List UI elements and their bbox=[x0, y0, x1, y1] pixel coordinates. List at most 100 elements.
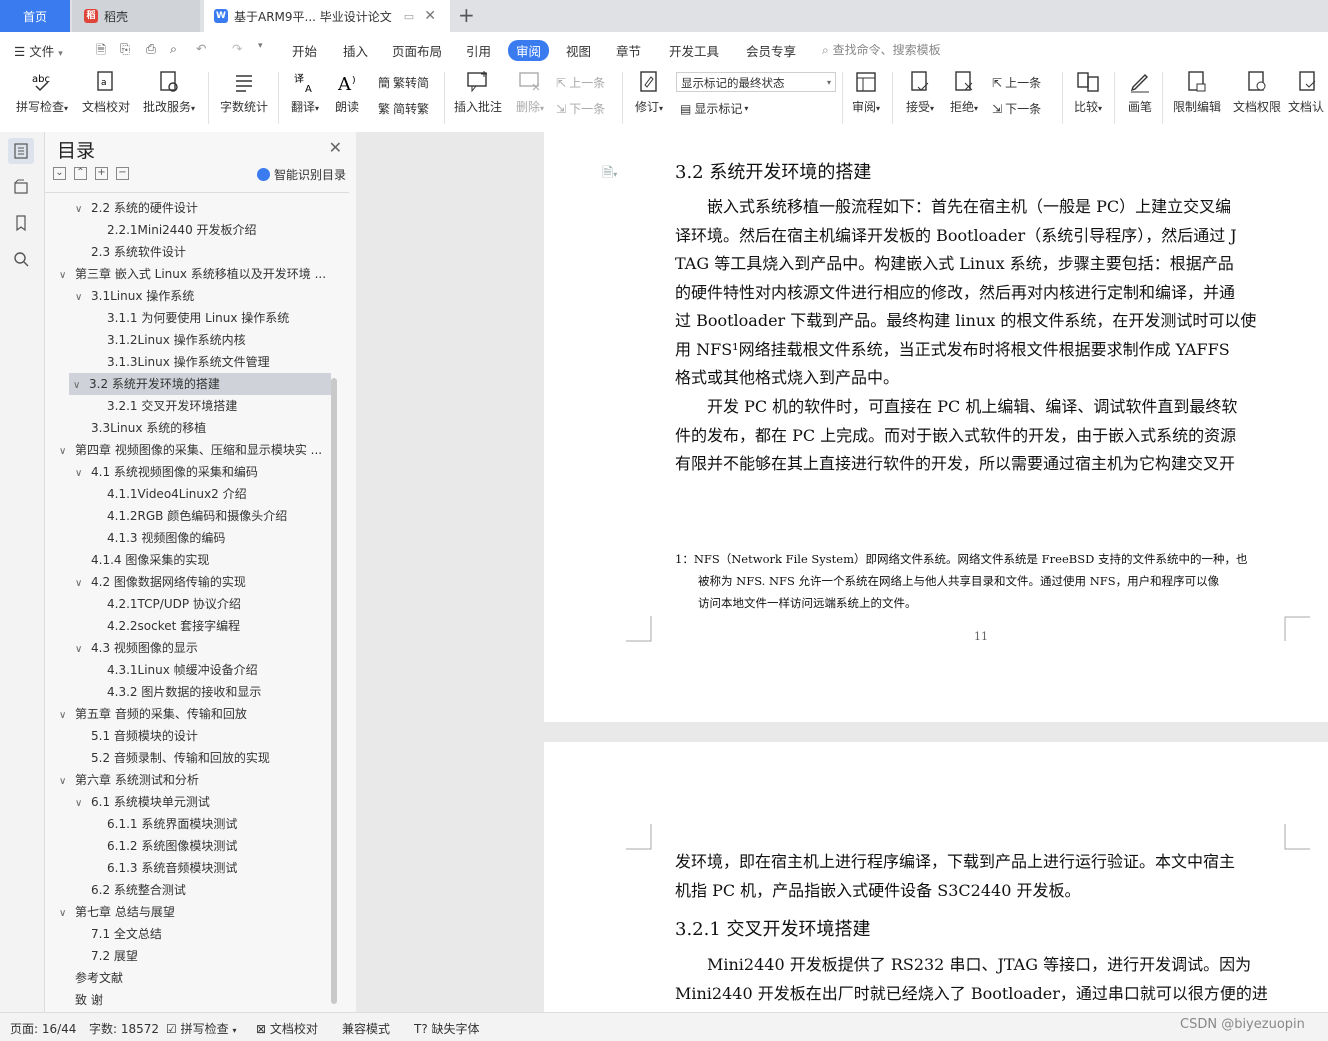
chevron-down-icon[interactable]: ∨ bbox=[75, 463, 87, 483]
menu-dev-tools[interactable]: 开发工具 bbox=[669, 41, 719, 60]
delete-comment-button[interactable]: 删除▾ bbox=[510, 70, 550, 115]
show-markup-button[interactable]: ▤ 显示标记 ▾ bbox=[680, 100, 748, 117]
menu-review[interactable]: 审阅 bbox=[508, 40, 550, 61]
chevron-down-icon[interactable]: ∨ bbox=[75, 199, 87, 219]
chevron-down-icon[interactable]: ∨ bbox=[59, 441, 71, 461]
toc-item[interactable]: 5.2 音频录制、传输和回放的实现 bbox=[45, 747, 331, 769]
next-change-button[interactable]: ⇲ 下一条 bbox=[992, 100, 1041, 117]
tab-pin-icon[interactable]: ▭ bbox=[404, 10, 414, 23]
compare-button[interactable]: 比较▾ bbox=[1070, 70, 1106, 115]
redo-icon[interactable]: ↷ bbox=[232, 41, 242, 56]
undo-icon[interactable]: ↶ bbox=[196, 41, 206, 56]
toc-item[interactable]: ∨ 4.3 视频图像的显示 bbox=[45, 637, 331, 659]
toc-item[interactable]: 参考文献 bbox=[45, 967, 331, 989]
next-comment-button[interactable]: ⇲ 下一条 bbox=[556, 100, 605, 117]
annotate-service-button[interactable]: 批改服务▾ bbox=[140, 70, 198, 115]
chevron-down-icon[interactable]: ∨ bbox=[59, 265, 71, 285]
file-menu[interactable]: ☰ 文件 ▾ bbox=[14, 41, 63, 60]
menu-chapter[interactable]: 章节 bbox=[616, 41, 641, 60]
doc-proof-button[interactable]: a 文档校对 bbox=[80, 70, 132, 115]
collapse-icon[interactable]: ⌄ bbox=[53, 167, 66, 180]
prev-change-button[interactable]: ⇱ 上一条 bbox=[992, 74, 1041, 91]
markup-state-select[interactable]: 显示标记的最终状态 ▾ bbox=[676, 72, 836, 92]
toc-item[interactable]: 4.3.1Linux 帧缓冲设备介绍 bbox=[45, 659, 331, 681]
command-search[interactable]: ⌕ 查找命令、搜索模板 bbox=[822, 41, 941, 58]
tab-close-icon[interactable]: ✕ bbox=[424, 8, 436, 24]
expand-icon[interactable]: ⌃ bbox=[74, 167, 87, 180]
toc-item[interactable]: 3.1.3Linux 操作系统文件管理 bbox=[45, 351, 331, 373]
status-spell-check[interactable]: ☑ 拼写检查 ▾ bbox=[166, 1020, 236, 1037]
toc-item[interactable]: ∨ 3.1Linux 操作系统 bbox=[45, 285, 331, 307]
toc-item[interactable]: 2.3 系统软件设计 bbox=[45, 241, 331, 263]
track-changes-button[interactable]: 修订▾ bbox=[630, 70, 668, 115]
toc-item[interactable]: ∨ 第六章 系统测试和分析 bbox=[45, 769, 331, 791]
doc-verify-button[interactable]: 文档认 bbox=[1288, 70, 1328, 115]
toc-item[interactable]: 7.1 全文总结 bbox=[45, 923, 331, 945]
toc-scrollbar[interactable] bbox=[331, 378, 337, 1004]
find-nav-button[interactable] bbox=[8, 246, 34, 272]
status-doc-proof[interactable]: ⊠ 文档校对 bbox=[256, 1020, 318, 1037]
toc-item[interactable]: 4.1.4 图像采集的实现 bbox=[45, 549, 331, 571]
toc-nav-button[interactable] bbox=[8, 138, 34, 164]
quick-more-icon[interactable]: ▾ bbox=[258, 41, 263, 51]
toc-item[interactable]: 5.1 音频模块的设计 bbox=[45, 725, 331, 747]
quick-save-icon[interactable]: 🗎 bbox=[96, 41, 106, 62]
chevron-down-icon[interactable]: ∨ bbox=[73, 375, 85, 395]
toc-item[interactable]: ∨ 6.1 系统模块单元测试 bbox=[45, 791, 331, 813]
toc-item[interactable]: 6.2 系统整合测试 bbox=[45, 879, 331, 901]
new-tab-icon[interactable]: + bbox=[458, 0, 475, 32]
menu-start[interactable]: 开始 bbox=[292, 41, 317, 60]
menu-reference[interactable]: 引用 bbox=[466, 41, 491, 60]
insert-comment-button[interactable]: 插入批注 bbox=[452, 70, 504, 115]
tab-home[interactable]: 首页 bbox=[0, 0, 70, 32]
toc-item[interactable]: 4.1.2RGB 颜色编码和摄像头介绍 bbox=[45, 505, 331, 527]
menu-view[interactable]: 视图 bbox=[566, 41, 591, 60]
toc-item[interactable]: 6.1.2 系统图像模块测试 bbox=[45, 835, 331, 857]
toc-item[interactable]: 6.1.3 系统音频模块测试 bbox=[45, 857, 331, 879]
toc-item[interactable]: 7.2 展望 bbox=[45, 945, 331, 967]
tab-document[interactable]: W 基于ARM9平... 毕业设计论文 ▭ ✕ bbox=[204, 0, 450, 32]
page-menu-icon[interactable]: 🗎▾ bbox=[602, 162, 617, 186]
translate-button[interactable]: 译A 翻译▾ bbox=[286, 70, 324, 115]
menu-insert[interactable]: 插入 bbox=[343, 41, 368, 60]
toc-item[interactable]: 4.3.2 图片数据的接收和显示 bbox=[45, 681, 331, 703]
toc-item[interactable]: 4.2.2socket 套接字编程 bbox=[45, 615, 331, 637]
toc-item[interactable]: 致 谢 bbox=[45, 989, 331, 1011]
doc-permission-button[interactable]: 文档权限 bbox=[1230, 70, 1284, 115]
toc-item[interactable]: 4.1.3 视频图像的编码 bbox=[45, 527, 331, 549]
trad-to-simp-button[interactable]: 簡繁转简 bbox=[378, 74, 429, 91]
close-icon[interactable]: ✕ bbox=[329, 138, 342, 157]
prev-comment-button[interactable]: ⇱ 上一条 bbox=[556, 74, 605, 91]
toc-item[interactable]: ∨ 第三章 嵌入式 Linux 系统移植以及开发环境 ... bbox=[45, 263, 331, 285]
chevron-down-icon[interactable]: ∨ bbox=[75, 287, 87, 307]
chevron-down-icon[interactable]: ∨ bbox=[59, 705, 71, 725]
simp-to-trad-button[interactable]: 繁简转繁 bbox=[378, 100, 429, 117]
chevron-down-icon[interactable]: ∨ bbox=[59, 771, 71, 791]
reject-button[interactable]: 拒绝▾ bbox=[946, 70, 982, 115]
accept-button[interactable]: 接受▾ bbox=[902, 70, 938, 115]
chevron-down-icon[interactable]: ∨ bbox=[75, 793, 87, 813]
chevron-down-icon[interactable]: ∨ bbox=[75, 573, 87, 593]
chapter-nav-button[interactable] bbox=[8, 174, 34, 200]
word-count-button[interactable]: 字数统计 bbox=[218, 70, 270, 115]
spell-check-button[interactable]: abc 拼写检查▾ bbox=[12, 70, 72, 115]
pen-button[interactable]: 画笔 bbox=[1124, 70, 1156, 115]
word-count-indicator[interactable]: 字数: 18572 bbox=[89, 1020, 159, 1037]
review-pane-button[interactable]: 审阅▾ bbox=[848, 70, 884, 115]
tab-daoke[interactable]: 稻 稻壳 bbox=[72, 0, 200, 32]
restrict-edit-button[interactable]: 限制编辑 bbox=[1170, 70, 1224, 115]
page-indicator[interactable]: 页面: 16/44 bbox=[10, 1020, 76, 1037]
quick-export-icon[interactable]: ⎘ bbox=[120, 41, 130, 57]
chevron-down-icon[interactable]: ∨ bbox=[59, 903, 71, 923]
menu-page-layout[interactable]: 页面布局 bbox=[392, 41, 442, 60]
toc-item[interactable]: ∨ 第五章 音频的采集、传输和回放 bbox=[45, 703, 331, 725]
missing-font-button[interactable]: T? 缺失字体 bbox=[414, 1020, 480, 1037]
toc-item[interactable]: ∨ 4.2 图像数据网络传输的实现 bbox=[45, 571, 331, 593]
toc-item[interactable]: ∨ 4.1 系统视频图像的采集和编码 bbox=[45, 461, 331, 483]
toc-item[interactable]: ∨ 第四章 视频图像的采集、压缩和显示模块实 ... bbox=[45, 439, 331, 461]
toc-item[interactable]: 3.2.1 交叉开发环境搭建 bbox=[45, 395, 331, 417]
quick-preview-icon[interactable]: ⌕ bbox=[170, 41, 177, 57]
smart-toc-button[interactable]: 智能识别目录 bbox=[256, 166, 346, 183]
quick-print-icon[interactable]: ⎙ bbox=[146, 41, 156, 57]
toc-item[interactable]: 3.1.2Linux 操作系统内核 bbox=[45, 329, 331, 351]
